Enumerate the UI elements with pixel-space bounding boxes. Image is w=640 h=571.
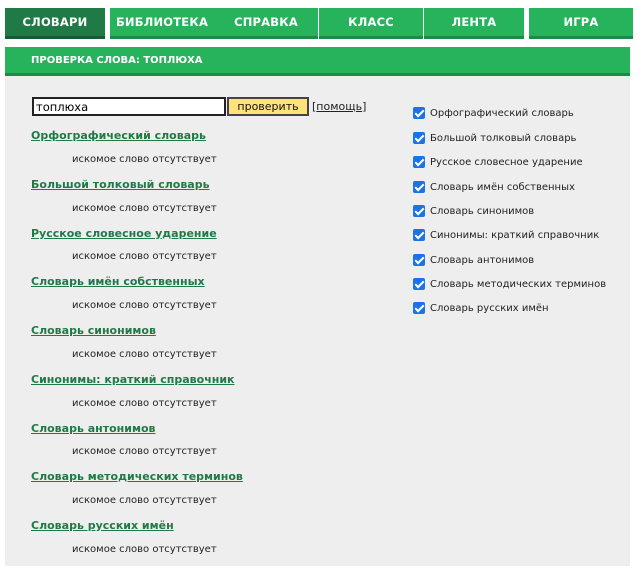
dictionary-option-label[interactable]: Русское словесное ударение xyxy=(430,156,583,169)
checkbox-checked[interactable] xyxy=(413,205,425,217)
checkbox-checked[interactable] xyxy=(413,107,425,119)
result-message: искомое слово отсутствует xyxy=(72,154,217,165)
dictionary-option-label[interactable]: Словарь русских имён xyxy=(430,302,549,315)
dictionary-option-label[interactable]: Словарь имён собственных xyxy=(430,181,575,194)
checkbox-checked[interactable] xyxy=(413,302,425,314)
check-button[interactable]: проверить xyxy=(227,97,309,116)
top-nav: СЛОВАРИ БИБЛИОТЕКА СПРАВКА КЛАСС ЛЕНТА И… xyxy=(5,8,635,39)
checkbox-checked[interactable] xyxy=(413,229,425,241)
help-link[interactable]: [помощь] xyxy=(312,100,366,113)
result-title-sinonimy[interactable]: Словарь синонимов xyxy=(31,324,156,337)
dictionary-option-label[interactable]: Синонимы: краткий справочник xyxy=(430,229,599,242)
result-message: искомое слово отсутствует xyxy=(72,544,217,555)
result-message: искомое слово отсутствует xyxy=(72,251,217,262)
result-title-udarenie[interactable]: Русское словесное ударение xyxy=(31,227,217,240)
result-title-russkie-imena[interactable]: Словарь русских имён xyxy=(31,519,174,532)
dictionary-option-label[interactable]: Орфографический словарь xyxy=(430,107,574,120)
dictionary-option-label[interactable]: Словарь синонимов xyxy=(430,205,534,218)
result-title-imena-sobstvennye[interactable]: Словарь имён собственных xyxy=(31,275,205,288)
panel-title: ПРОВЕРКА СЛОВА: ТОПЛЮХА xyxy=(5,47,630,76)
help-link-label: помощь xyxy=(316,100,363,113)
tab-biblioteka[interactable]: БИБЛИОТЕКА xyxy=(110,8,214,39)
result-message: искомое слово отсутствует xyxy=(72,203,217,214)
tab-igra[interactable]: ИГРА xyxy=(529,8,633,39)
dictionary-option-label[interactable]: Словарь антонимов xyxy=(430,254,534,267)
dictionary-option-label[interactable]: Словарь методических терминов xyxy=(430,278,606,291)
dictionary-option-label[interactable]: Большой толковый словарь xyxy=(430,132,576,145)
tab-lenta[interactable]: ЛЕНТА xyxy=(424,8,524,39)
search-input[interactable] xyxy=(32,97,226,116)
checkbox-checked[interactable] xyxy=(413,156,425,168)
result-message: искомое слово отсутствует xyxy=(72,398,217,409)
result-message: искомое слово отсутствует xyxy=(72,446,217,457)
result-message: искомое слово отсутствует xyxy=(72,349,217,360)
checkbox-checked[interactable] xyxy=(413,181,425,193)
result-title-tolkoviy[interactable]: Большой толковый словарь xyxy=(31,178,210,191)
tab-spravka[interactable]: СПРАВКА xyxy=(214,8,318,39)
tab-klass[interactable]: КЛАСС xyxy=(319,8,423,39)
result-title-antonimy[interactable]: Словарь антонимов xyxy=(31,422,156,435)
tab-slovari[interactable]: СЛОВАРИ xyxy=(5,8,105,39)
checkbox-checked[interactable] xyxy=(413,278,425,290)
result-title-sinonimy-kratkiy[interactable]: Синонимы: краткий справочник xyxy=(31,373,235,386)
result-title-orfograficheskiy[interactable]: Орфографический словарь xyxy=(31,129,206,142)
checkbox-checked[interactable] xyxy=(413,254,425,266)
result-message: искомое слово отсутствует xyxy=(72,495,217,506)
result-title-metodicheskie[interactable]: Словарь методических терминов xyxy=(31,470,243,483)
checkbox-checked[interactable] xyxy=(413,132,425,144)
result-message: искомое слово отсутствует xyxy=(72,300,217,311)
